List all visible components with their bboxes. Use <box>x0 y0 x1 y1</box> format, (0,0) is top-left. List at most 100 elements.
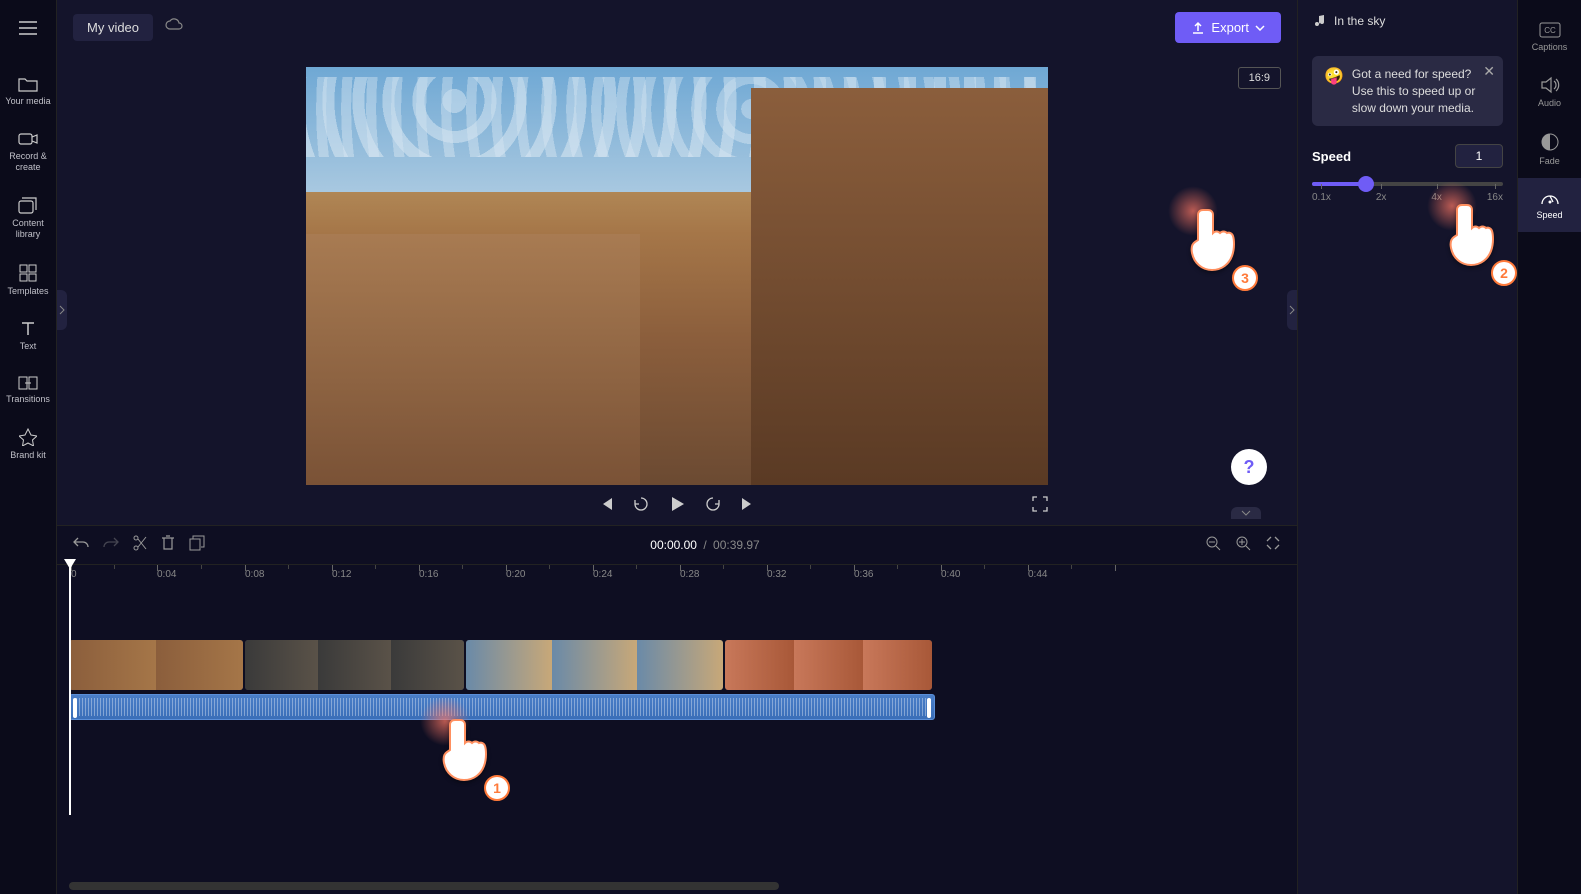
ruler-tick: 0:32 <box>767 569 786 580</box>
sidebar-templates[interactable]: Templates <box>0 254 56 307</box>
audio-name-row: In the sky <box>1312 14 1503 28</box>
zoom-out-button[interactable] <box>1205 535 1221 556</box>
audio-clip[interactable] <box>69 694 935 720</box>
sidebar-transitions[interactable]: Transitions <box>0 366 56 415</box>
help-button[interactable]: ? <box>1231 449 1267 485</box>
total-time: 00:39.97 <box>713 538 760 552</box>
sidebar-text[interactable]: Text <box>0 311 56 362</box>
chevron-down-icon <box>1255 25 1265 31</box>
sidebar-label: Content library <box>2 218 54 240</box>
aspect-ratio-badge[interactable]: 16:9 <box>1238 67 1281 89</box>
skip-forward-button[interactable] <box>740 496 756 517</box>
music-note-icon <box>1312 14 1326 28</box>
sidebar-label: Text <box>20 341 37 352</box>
tab-captions[interactable]: CC Captions <box>1518 10 1581 64</box>
ruler-tick: 0:12 <box>332 569 351 580</box>
speed-slider-thumb[interactable] <box>1358 176 1374 192</box>
speed-row: Speed <box>1312 144 1503 168</box>
tab-audio[interactable]: Audio <box>1518 64 1581 120</box>
project-title[interactable]: My video <box>73 14 153 41</box>
transitions-icon <box>18 376 38 390</box>
duplicate-button[interactable] <box>189 535 205 556</box>
preview-area: 16:9 ? <box>57 55 1297 525</box>
zoom-fit-button[interactable] <box>1265 535 1281 556</box>
sidebar-label: Record & create <box>2 151 54 173</box>
camera-icon <box>18 131 38 147</box>
tooltip-close-button[interactable]: ✕ <box>1483 62 1495 82</box>
topbar: My video Export <box>57 0 1297 55</box>
fullscreen-button[interactable] <box>1032 496 1048 517</box>
ruler-tick: 0:40 <box>941 569 960 580</box>
rewind-button[interactable] <box>632 495 650 518</box>
speed-slider[interactable]: 0.1x 2x 4x 16x <box>1312 182 1503 203</box>
slider-tick: 2x <box>1376 192 1387 203</box>
speed-icon <box>1540 190 1560 206</box>
tab-speed[interactable]: Speed <box>1518 178 1581 232</box>
video-clip[interactable] <box>466 640 723 690</box>
hamburger-icon <box>19 21 37 35</box>
expand-left-handle[interactable] <box>57 290 67 330</box>
collapse-preview-button[interactable] <box>1231 507 1261 519</box>
sidebar-left: Your media Record & create Content libra… <box>0 0 57 894</box>
properties-panel: In the sky 🤪 Got a need for speed? Use t… <box>1297 0 1517 894</box>
video-track <box>69 640 1285 690</box>
timeline-scrollbar[interactable] <box>69 882 779 890</box>
speed-tooltip: 🤪 Got a need for speed? Use this to spee… <box>1312 56 1503 126</box>
undo-button[interactable] <box>73 536 89 555</box>
current-time: 00:00.00 <box>650 538 697 552</box>
sidebar-label: Transitions <box>6 394 50 405</box>
ruler-tick: 0:20 <box>506 569 525 580</box>
speed-input[interactable] <box>1455 144 1503 168</box>
timecode-display: 00:00.00 / 00:39.97 <box>650 538 759 552</box>
sidebar-right: CC Captions Audio Fade Speed <box>1517 0 1581 894</box>
ruler-tick: 0:16 <box>419 569 438 580</box>
playback-controls <box>306 495 1048 518</box>
waveform <box>76 698 928 716</box>
ruler-tick: 0 <box>71 569 77 580</box>
svg-text:CC: CC <box>1544 26 1556 35</box>
timeline-area: 00:00.00 / 00:39.97 0 0:04 0:08 0:12 0:1… <box>57 525 1297 894</box>
export-label: Export <box>1211 20 1249 35</box>
timeline-toolbar: 00:00.00 / 00:39.97 <box>57 526 1297 564</box>
upload-icon <box>1191 21 1205 35</box>
tab-label: Fade <box>1539 156 1560 166</box>
ruler-tick: 0:08 <box>245 569 264 580</box>
forward-button[interactable] <box>704 495 722 518</box>
tab-label: Captions <box>1532 42 1568 52</box>
menu-button[interactable] <box>8 8 48 48</box>
tab-label: Audio <box>1538 98 1561 108</box>
captions-icon: CC <box>1539 22 1561 38</box>
zoom-in-button[interactable] <box>1235 535 1251 556</box>
preview-canvas[interactable] <box>306 67 1048 485</box>
sidebar-label: Templates <box>7 286 48 297</box>
ruler-tick: 0:44 <box>1028 569 1047 580</box>
skip-back-button[interactable] <box>598 496 614 517</box>
slider-tick: 0.1x <box>1312 192 1331 203</box>
playhead[interactable] <box>69 565 71 815</box>
sidebar-record-create[interactable]: Record & create <box>0 121 56 183</box>
tooltip-text: Got a need for speed? Use this to speed … <box>1352 66 1491 116</box>
expand-right-handle[interactable] <box>1287 290 1297 330</box>
delete-button[interactable] <box>161 535 175 556</box>
timeline-ruler[interactable]: 0 0:04 0:08 0:12 0:16 0:20 0:24 0:28 0:3… <box>57 564 1297 590</box>
sidebar-your-media[interactable]: Your media <box>0 66 56 117</box>
video-clip[interactable] <box>245 640 464 690</box>
tab-fade[interactable]: Fade <box>1518 120 1581 178</box>
video-clip[interactable] <box>725 640 932 690</box>
split-button[interactable] <box>133 535 147 556</box>
audio-trim-end[interactable] <box>927 698 931 718</box>
cloud-sync-icon[interactable] <box>165 18 183 37</box>
play-button[interactable] <box>668 495 686 518</box>
sidebar-content-library[interactable]: Content library <box>0 186 56 250</box>
export-button[interactable]: Export <box>1175 12 1281 43</box>
library-icon <box>18 196 38 214</box>
sidebar-brand-kit[interactable]: Brand kit <box>0 418 56 471</box>
tab-label: Speed <box>1536 210 1562 220</box>
redo-button[interactable] <box>103 536 119 555</box>
video-clip[interactable] <box>69 640 243 690</box>
text-icon <box>20 321 36 337</box>
sidebar-label: Brand kit <box>10 450 46 461</box>
ruler-tick: 0:36 <box>854 569 873 580</box>
main-area: My video Export 16:9 ? <box>57 0 1297 894</box>
ruler-tick: 0:04 <box>157 569 176 580</box>
